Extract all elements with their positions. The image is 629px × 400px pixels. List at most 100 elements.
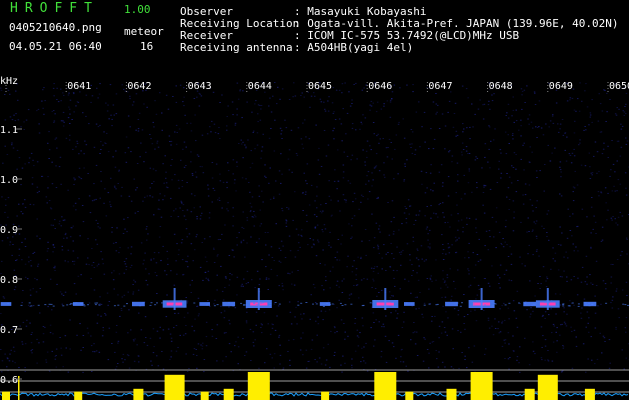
noise-speck xyxy=(137,289,140,291)
noise-speck xyxy=(612,216,614,218)
noise-speck xyxy=(55,187,58,188)
noise-speck xyxy=(201,166,203,168)
noise-speck xyxy=(526,309,528,311)
noise-speck xyxy=(308,138,311,140)
noise-speck xyxy=(586,216,588,218)
noise-speck xyxy=(460,151,463,153)
noise-speck xyxy=(534,353,536,355)
noise-speck xyxy=(163,182,165,184)
noise-speck xyxy=(207,195,210,197)
noise-speck xyxy=(177,347,179,348)
noise-speck xyxy=(418,210,421,212)
noise-speck xyxy=(477,284,480,286)
time-tick-label: 0645 xyxy=(308,81,332,92)
noise-speck xyxy=(371,287,373,288)
noise-speck xyxy=(524,102,526,103)
noise-speck xyxy=(130,200,133,202)
noise-speck xyxy=(161,112,163,114)
noise-speck xyxy=(468,257,470,259)
noise-speck xyxy=(445,311,447,313)
noise-speck xyxy=(328,244,330,246)
noise-speck xyxy=(551,360,554,362)
noise-speck xyxy=(152,168,155,170)
noise-speck xyxy=(96,265,99,267)
noise-speck xyxy=(219,180,222,182)
noise-speck xyxy=(375,319,377,321)
noise-speck xyxy=(55,165,57,167)
noise-speck xyxy=(549,160,552,162)
noise-speck xyxy=(554,260,556,262)
noise-speck xyxy=(93,289,96,291)
noise-speck xyxy=(192,260,194,262)
noise-speck xyxy=(610,276,613,278)
noise-speck xyxy=(591,99,593,101)
noise-speck xyxy=(75,105,77,107)
noise-speck xyxy=(571,97,574,99)
noise-speck xyxy=(545,280,547,282)
noise-speck xyxy=(314,302,317,303)
noise-speck xyxy=(469,284,472,286)
noise-speck xyxy=(520,158,522,160)
noise-speck xyxy=(560,324,562,326)
noise-speck xyxy=(623,111,626,113)
noise-speck xyxy=(117,363,119,364)
noise-speck xyxy=(391,342,394,344)
noise-speck xyxy=(320,166,323,167)
noise-speck xyxy=(447,243,449,245)
noise-speck xyxy=(302,354,304,356)
noise-speck xyxy=(248,182,250,183)
noise-speck xyxy=(250,236,252,238)
noise-speck xyxy=(344,362,346,364)
noise-speck xyxy=(491,216,494,218)
noise-speck xyxy=(581,100,583,102)
noise-speck xyxy=(264,362,266,364)
noise-speck xyxy=(433,182,435,184)
noise-speck xyxy=(207,278,209,280)
noise-speck xyxy=(351,236,353,238)
noise-speck xyxy=(359,332,361,334)
band-speck xyxy=(213,305,216,307)
noise-speck xyxy=(51,309,53,311)
noise-speck xyxy=(332,266,334,268)
noise-speck xyxy=(421,313,423,315)
noise-speck xyxy=(199,218,202,220)
noise-speck xyxy=(489,167,491,169)
noise-speck xyxy=(156,142,158,144)
noise-speck xyxy=(145,337,147,338)
noise-speck xyxy=(564,149,566,151)
noise-speck xyxy=(585,83,587,85)
noise-speck xyxy=(21,259,23,261)
noise-speck xyxy=(13,114,15,116)
band-speck xyxy=(423,304,426,306)
band-speck xyxy=(228,302,231,304)
noise-speck xyxy=(262,201,264,203)
band-speck xyxy=(7,302,10,304)
noise-speck xyxy=(201,345,204,347)
noise-speck xyxy=(513,152,516,154)
noise-speck xyxy=(512,350,514,352)
noise-speck xyxy=(95,198,97,200)
noise-speck xyxy=(20,126,22,128)
noise-speck xyxy=(491,94,493,96)
noise-speck xyxy=(311,339,314,341)
noise-speck xyxy=(269,333,272,335)
noise-speck xyxy=(586,276,588,278)
noise-speck xyxy=(274,119,276,121)
noise-speck xyxy=(177,254,180,256)
noise-speck xyxy=(617,216,620,218)
noise-speck xyxy=(234,124,237,126)
noise-speck xyxy=(446,277,449,279)
noise-speck xyxy=(305,136,307,138)
noise-speck xyxy=(280,240,283,242)
band-speck xyxy=(322,306,325,307)
noise-speck xyxy=(290,323,293,325)
noise-speck xyxy=(527,253,529,255)
noise-speck xyxy=(423,111,426,113)
noise-speck xyxy=(626,253,628,255)
noise-speck xyxy=(108,327,111,329)
noise-speck xyxy=(297,249,299,251)
noise-speck xyxy=(376,135,378,137)
noise-speck xyxy=(202,172,205,174)
time-tick-label: 0649 xyxy=(549,81,573,92)
noise-speck xyxy=(288,169,291,171)
